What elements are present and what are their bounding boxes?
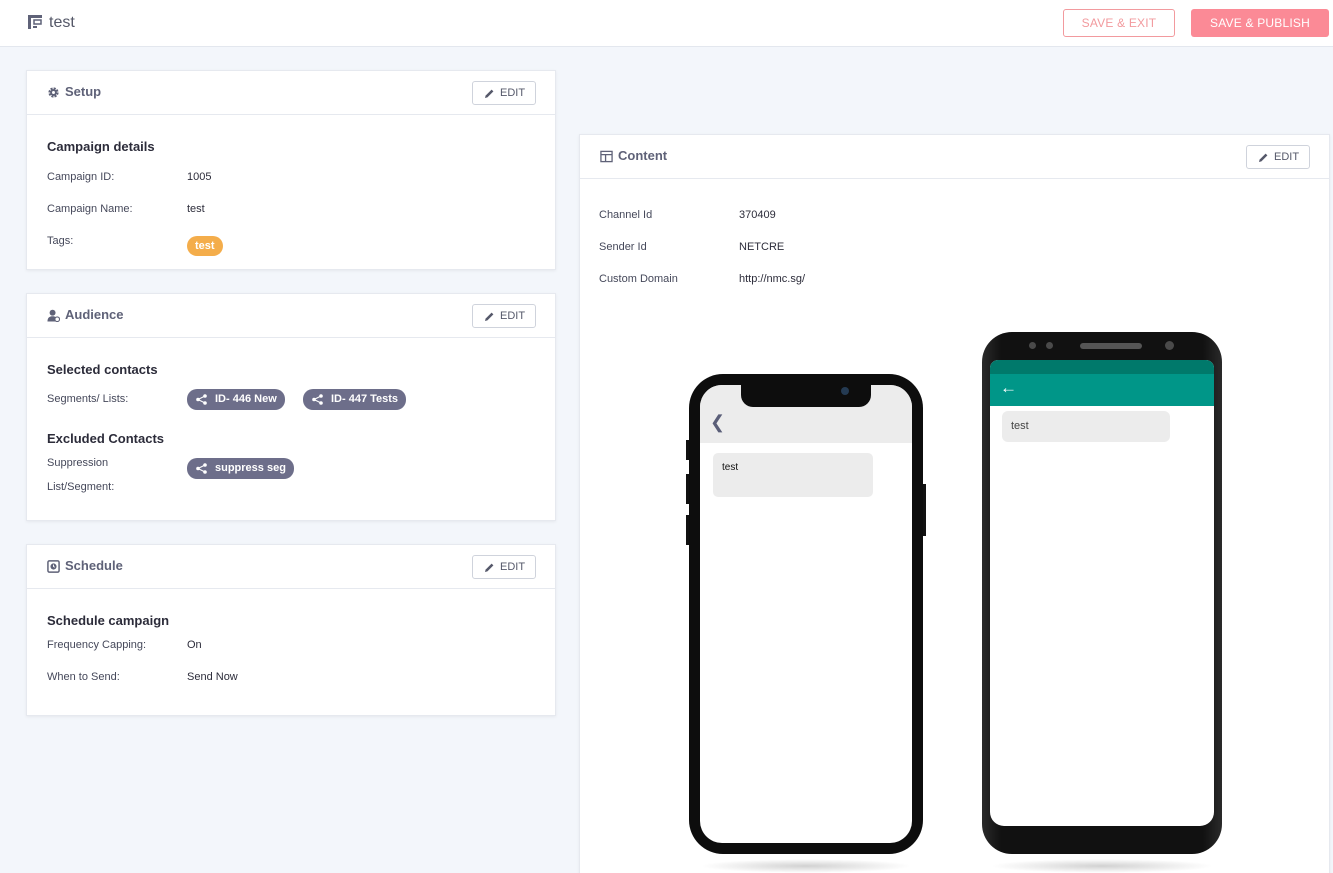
segment-chip: ID- 446 New: [187, 389, 285, 410]
save-publish-button[interactable]: SAVE & PUBLISH: [1191, 9, 1329, 37]
top-bar: test SAVE & EXIT SAVE & PUBLISH: [0, 0, 1333, 47]
frequency-capping-label: Frequency Capping:: [47, 639, 147, 651]
audience-card: Audience EDIT Selected contacts Segments…: [26, 293, 556, 521]
iphone-shadow: [700, 859, 912, 873]
save-exit-button[interactable]: SAVE & EXIT: [1063, 9, 1175, 37]
schedule-edit-button[interactable]: EDIT: [472, 555, 536, 579]
suppression-chip: suppress seg: [187, 458, 294, 479]
campaign-id-value: 1005: [187, 171, 212, 183]
iphone-screen: ❮ test: [700, 385, 912, 843]
edit-label: EDIT: [1274, 151, 1300, 163]
iphone-message-bubble: test: [713, 453, 873, 497]
campaign-details-title: Campaign details: [47, 139, 155, 154]
iphone-notch: [741, 385, 871, 407]
excluded-contacts-title: Excluded Contacts: [47, 431, 165, 446]
iphone-preview: ❮ test: [689, 374, 923, 854]
tags-label: Tags:: [47, 235, 74, 247]
android-screen: ← test: [990, 360, 1214, 826]
share-icon: [196, 394, 207, 405]
clock-icon: [47, 560, 60, 573]
edit-label: EDIT: [500, 87, 526, 99]
user-icon: [47, 309, 60, 322]
campaign-name-value: test: [187, 203, 205, 215]
segments-label: Segments/ Lists:: [47, 393, 129, 405]
schedule-title: Schedule: [65, 558, 123, 573]
pencil-icon: [485, 563, 494, 572]
iphone-message-text: test: [722, 462, 739, 473]
page-title: test: [49, 14, 75, 31]
content-card-header: Content EDIT: [580, 135, 1329, 179]
layout-icon: [600, 150, 613, 163]
android-preview: ← test: [982, 332, 1222, 854]
setup-card-header: Setup EDIT: [27, 71, 555, 115]
suppression-label-line2: List/Segment:: [47, 481, 115, 493]
selected-contacts-title: Selected contacts: [47, 362, 158, 377]
edit-label: EDIT: [500, 561, 526, 573]
segment-chip: ID- 447 Tests: [303, 389, 407, 410]
sensor-icon: [1046, 342, 1053, 349]
when-to-send-label: When to Send:: [47, 671, 120, 683]
camera-icon: [1165, 341, 1174, 350]
custom-domain-value: http://nmc.sg/: [739, 273, 806, 285]
campaign-id-label: Campaign ID:: [47, 171, 115, 183]
share-icon: [312, 394, 323, 405]
suppression-chip-label: suppress seg: [215, 462, 286, 474]
suppression-label: Suppression: [47, 457, 109, 469]
frequency-capping-value: On: [187, 639, 202, 651]
audience-card-header: Audience EDIT: [27, 294, 555, 338]
back-arrow-icon: ❮: [710, 412, 726, 432]
pencil-icon: [1259, 153, 1268, 162]
campaign-icon: [28, 15, 42, 29]
campaign-name-label: Campaign Name:: [47, 203, 133, 215]
gear-icon: [48, 87, 59, 98]
setup-title: Setup: [65, 84, 102, 99]
channel-id-label: Channel Id: [599, 209, 653, 221]
audience-title: Audience: [65, 307, 124, 322]
camera-icon: [841, 387, 849, 395]
schedule-card: Schedule EDIT Schedule campaign Frequenc…: [26, 544, 556, 716]
pencil-icon: [485, 89, 494, 98]
schedule-campaign-title: Schedule campaign: [47, 613, 170, 628]
when-to-send-value: Send Now: [187, 671, 238, 683]
sender-id-label: Sender Id: [599, 241, 647, 253]
android-status-bar: [990, 360, 1214, 374]
content-title: Content: [618, 148, 668, 163]
android-message-text: test: [1011, 420, 1029, 432]
segment-chip-label: ID- 447 Tests: [331, 393, 399, 405]
edit-label: EDIT: [500, 310, 526, 322]
pencil-icon: [485, 312, 494, 321]
schedule-card-header: Schedule EDIT: [27, 545, 555, 589]
sensor-icon: [1029, 342, 1036, 349]
speaker-grille: [1080, 343, 1142, 349]
iphone-power-button: [923, 484, 926, 536]
android-message-bubble: test: [1002, 411, 1170, 442]
back-arrow-icon: ←: [1000, 378, 1017, 397]
tag-badge: test: [187, 236, 223, 256]
custom-domain-label: Custom Domain: [599, 273, 678, 285]
android-shadow: [990, 859, 1214, 873]
sender-id-value: NETCRE: [739, 241, 785, 253]
setup-card: Setup EDIT Campaign details Campaign ID:…: [26, 70, 556, 270]
audience-edit-button[interactable]: EDIT: [472, 304, 536, 328]
share-icon: [196, 463, 207, 474]
setup-edit-button[interactable]: EDIT: [472, 81, 536, 105]
channel-id-value: 370409: [739, 209, 776, 221]
android-app-bar: ←: [990, 374, 1214, 406]
segment-chip-label: ID- 446 New: [215, 393, 277, 405]
content-edit-button[interactable]: EDIT: [1246, 145, 1310, 169]
